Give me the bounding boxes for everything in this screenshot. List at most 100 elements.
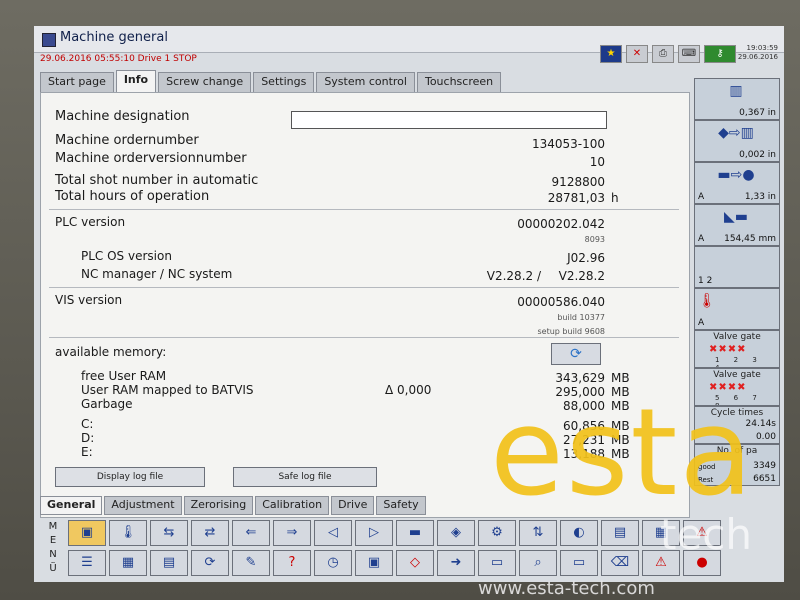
mold-close-icon[interactable]: ⇆ [150, 520, 188, 546]
tab-touchscreen[interactable]: Touchscreen [416, 72, 502, 93]
computer-icon[interactable]: ▭ [560, 550, 598, 576]
mapped-ram-delta: Δ 0,000 [385, 383, 432, 397]
graph-icon[interactable]: ▤ [601, 520, 639, 546]
shots-label: Total shot number in automatic [55, 173, 259, 188]
robot-icon[interactable]: ⚙ [478, 520, 516, 546]
handling-icon[interactable]: ⇅ [519, 520, 557, 546]
hours-unit: h [611, 191, 619, 205]
key-icon[interactable]: ⚷ [704, 45, 736, 63]
valve-gate-1-status-icons: ✖✖✖✖ [709, 344, 747, 355]
magnify-icon[interactable]: ⌕ [519, 550, 557, 576]
hours-value: 28781,03 [547, 191, 605, 205]
unit-select-label: 1 2 [698, 276, 713, 286]
quality-icon[interactable]: ◐ [560, 520, 598, 546]
clock-icon[interactable]: ◷ [314, 550, 352, 576]
tab-zerorising[interactable]: Zerorising [183, 496, 254, 515]
nozzle-icon[interactable]: ◁ [314, 520, 352, 546]
vis-label: VIS version [55, 293, 123, 307]
list-icon[interactable]: ▤ [150, 550, 188, 576]
screw-position-value: 154,45 mm [724, 234, 776, 244]
flag-icon[interactable]: ★ [600, 45, 622, 63]
tab-system-control[interactable]: System control [316, 72, 415, 93]
diamond-icon[interactable]: ◇ [396, 550, 434, 576]
nozzle-position-button[interactable]: ▬⇨● A 1,33 in [694, 162, 780, 204]
dosing-icon[interactable]: ◈ [437, 520, 475, 546]
refresh-icon: ⟳ [570, 346, 582, 362]
ejector-icon[interactable]: ⇐ [232, 520, 270, 546]
monitor-photo: Machine general 29.06.2016 05:55:10 Driv… [0, 0, 800, 600]
mold-position-value: 0,367 in [739, 108, 776, 118]
safe-log-button[interactable]: Safe log file [233, 467, 377, 487]
memory-label: available memory: [55, 345, 167, 359]
mold-position-button[interactable]: ▥ 0,367 in [694, 78, 780, 120]
nc-label: NC manager / NC system [81, 267, 233, 281]
keyboard-icon[interactable]: ⌨ [678, 45, 700, 63]
injection-icon[interactable]: ▷ [355, 520, 393, 546]
menu-letter: E [49, 535, 57, 546]
watermark-url: www.esta-tech.com [478, 578, 655, 599]
plcos-value: J02.96 [567, 251, 605, 265]
free-ram-unit: MB [611, 371, 630, 385]
plc-label: PLC version [55, 215, 126, 229]
thermometer-icon[interactable]: 🌡 [109, 520, 147, 546]
tools-icon[interactable]: ✎ [232, 550, 270, 576]
garbage-label: Garbage [81, 397, 133, 411]
refresh-button[interactable]: ⟳ [551, 343, 601, 365]
machine-overview-icon[interactable]: ▣ [68, 520, 106, 546]
good-parts-value: 3349 [753, 461, 776, 471]
watermark-logo: esta [490, 384, 755, 523]
cycle-icon[interactable]: ⟳ [191, 550, 229, 576]
ejector-icon: ◆⇨▥ [718, 125, 754, 141]
menu-label[interactable]: M E N Ü [42, 520, 64, 578]
valve-gate-1-button[interactable]: Valve gate ✖✖✖✖ 1 2 3 4 [694, 330, 780, 368]
orderversion-label: Machine orderversionnumber [55, 151, 247, 166]
bottom-tabs: General Adjustment Zerorising Calibratio… [40, 496, 428, 515]
holding-pressure-icon[interactable]: ▬ [396, 520, 434, 546]
arrow-icon[interactable]: ➜ [437, 550, 475, 576]
designation-field[interactable] [291, 111, 607, 129]
core-pull-icon[interactable]: ⇒ [273, 520, 311, 546]
ejector-position-button[interactable]: ◆⇨▥ 0,002 in [694, 120, 780, 162]
ordernumber-value: 134053-100 [531, 137, 605, 151]
tab-start-page[interactable]: Start page [40, 72, 114, 93]
divider [49, 209, 679, 210]
tab-settings[interactable]: Settings [253, 72, 315, 93]
tab-calibration[interactable]: Calibration [255, 496, 330, 515]
temperature-button[interactable]: 🌡 A [694, 288, 780, 330]
help-icon[interactable]: ? [273, 550, 311, 576]
unit-select-button[interactable]: 1 2 [694, 246, 780, 288]
free-ram-label: free User RAM [81, 369, 167, 383]
clock-date: 29.06.2016 [737, 53, 778, 61]
printer-icon[interactable]: ⎙ [652, 45, 674, 63]
nc-manager-value: V2.28.2 / [486, 269, 541, 283]
tab-info[interactable]: Info [115, 70, 157, 94]
data-icon[interactable]: ▣ [355, 550, 393, 576]
clock: 19:03:59 29.06.2016 [738, 44, 778, 62]
rest-parts-value: 6651 [753, 474, 776, 484]
tab-safety[interactable]: Safety [376, 496, 426, 515]
shots-value: 9128800 [551, 175, 605, 189]
tab-adjustment[interactable]: Adjustment [104, 496, 182, 515]
screen-icon[interactable]: ▭ [478, 550, 516, 576]
menu-icon[interactable]: ☰ [68, 550, 106, 576]
nozzle-position-value: 1,33 in [744, 192, 776, 202]
status-line: 29.06.2016 05:55:10 Drive 1 STOP [40, 54, 197, 64]
tab-drive[interactable]: Drive [331, 496, 375, 515]
tab-general[interactable]: General [40, 496, 103, 515]
table-icon[interactable]: ▦ [109, 550, 147, 576]
mold-open-icon[interactable]: ⇄ [191, 520, 229, 546]
screw-position-button[interactable]: ◣▬ A 154,45 mm [694, 204, 780, 246]
drive-c-label: C: [81, 417, 94, 431]
top-tabs: Start page Info Screw change Settings Sy… [40, 70, 503, 94]
window-title: Machine general [60, 30, 168, 45]
tab-screw-change[interactable]: Screw change [158, 72, 252, 93]
close-icon[interactable]: ✕ [626, 45, 648, 63]
nozzle-axis-label: A [698, 192, 705, 202]
valve-gate-1-numbers: 1 2 3 4 [715, 356, 763, 368]
cycle-time-value-2: 0.00 [755, 432, 776, 442]
designation-label: Machine designation [55, 109, 190, 124]
display-log-button[interactable]: Display log file [55, 467, 205, 487]
plc-sub-value: 8093 [584, 235, 605, 244]
drive-d-label: D: [81, 431, 95, 445]
eraser-icon[interactable]: ⌫ [601, 550, 639, 576]
